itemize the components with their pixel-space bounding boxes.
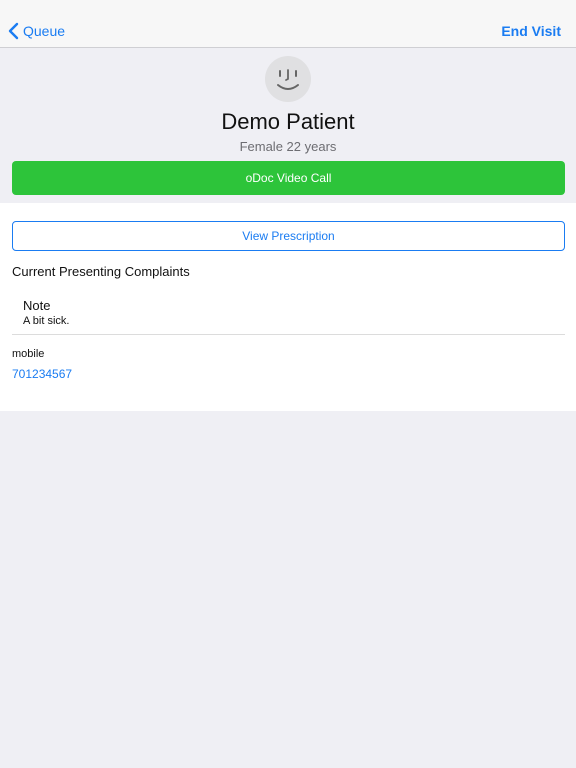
- patient-info-card: View Prescription Current Presenting Com…: [0, 203, 576, 411]
- complaint-title: Note: [23, 298, 51, 313]
- complaint-item: Note A bit sick.: [23, 298, 69, 327]
- end-visit-button[interactable]: End Visit: [501, 23, 561, 39]
- back-button[interactable]: Queue: [8, 22, 65, 40]
- patient-name: Demo Patient: [221, 109, 355, 134]
- phone-number-link[interactable]: 701234567: [12, 367, 72, 381]
- contact-label: mobile: [12, 348, 45, 360]
- navigation-bar: Queue End Visit: [0, 0, 576, 48]
- face-icon: [277, 69, 299, 90]
- video-call-button[interactable]: oDoc Video Call: [12, 161, 565, 195]
- avatar: [265, 56, 311, 102]
- view-prescription-button[interactable]: View Prescription: [12, 221, 565, 251]
- divider: [12, 334, 565, 335]
- patient-details: Female 22 years: [239, 139, 337, 154]
- chevron-left-icon: [8, 22, 19, 40]
- complaints-heading: Current Presenting Complaints: [12, 264, 190, 279]
- complaint-description: A bit sick.: [23, 315, 70, 327]
- patient-header: Demo Patient Female 22 years oDoc Video …: [0, 49, 576, 203]
- back-button-label: Queue: [23, 23, 66, 39]
